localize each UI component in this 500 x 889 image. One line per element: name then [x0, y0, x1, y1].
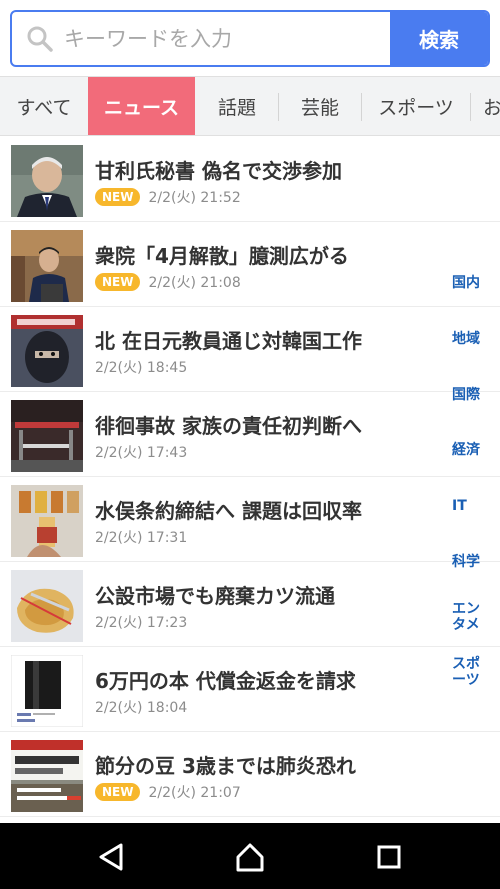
- news-meta: 2/2(火) 17:23: [95, 612, 187, 632]
- news-time: 2/2(火) 18:45: [95, 360, 188, 376]
- news-title: 6万円の本 代償金返金を請求: [95, 669, 356, 693]
- news-item[interactable]: 衆院「4月解散」臆測広がる NEW 2/2(火) 21:08: [0, 222, 500, 307]
- news-thumbnail: [11, 400, 83, 472]
- side-link-sports[interactable]: スポ ーツ: [452, 656, 496, 688]
- news-time: 2/2(火) 21:08: [148, 275, 241, 291]
- side-link-line: タメ: [452, 617, 480, 633]
- android-nav-bar: [0, 823, 500, 889]
- tab-more[interactable]: お: [471, 77, 500, 135]
- category-tabs: すべて ニュース 話題 芸能 スポーツ お: [0, 76, 500, 136]
- search-icon: [27, 26, 53, 52]
- news-title: 水俣条約締結へ 課題は回収率: [95, 499, 362, 523]
- news-item[interactable]: 徘徊事故 家族の責任初判断へ 2/2(火) 17:43: [0, 392, 500, 477]
- search-box: 検索: [10, 10, 490, 67]
- news-thumbnail: [11, 740, 83, 812]
- side-link-international[interactable]: 国際: [452, 387, 496, 403]
- news-title: 衆院「4月解散」臆測広がる: [95, 244, 349, 268]
- back-triangle-icon[interactable]: [91, 837, 131, 877]
- news-item[interactable]: 甘利氏秘書 偽名で交渉参加 NEW 2/2(火) 21:52: [0, 137, 500, 222]
- recents-square-icon[interactable]: [369, 837, 409, 877]
- news-title: 甘利氏秘書 偽名で交渉参加: [95, 159, 342, 183]
- side-link-economy[interactable]: 経済: [452, 442, 496, 458]
- news-meta: NEW 2/2(火) 21:07: [95, 782, 241, 802]
- news-time: 2/2(火) 21:52: [148, 190, 241, 206]
- news-thumbnail: [11, 145, 83, 217]
- news-title: 北 在日元教員通じ対韓国工作: [95, 329, 362, 353]
- news-item[interactable]: 6万円の本 代償金返金を請求 2/2(火) 18:04: [0, 647, 500, 732]
- news-time: 2/2(火) 18:04: [95, 700, 188, 716]
- news-item[interactable]: 公設市場でも廃棄カツ流通 2/2(火) 17:23: [0, 562, 500, 647]
- side-link-domestic[interactable]: 国内: [452, 275, 496, 291]
- news-time: 2/2(火) 17:23: [95, 615, 188, 631]
- news-thumbnail: [11, 655, 83, 727]
- news-item[interactable]: 節分の豆 3歳までは肺炎恐れ NEW 2/2(火) 21:07: [0, 732, 500, 817]
- side-link-it[interactable]: IT: [452, 498, 496, 514]
- news-meta: 2/2(火) 17:31: [95, 527, 187, 547]
- tab-all[interactable]: すべて: [0, 77, 88, 135]
- news-meta: 2/2(火) 18:45: [95, 357, 187, 377]
- new-badge: NEW: [95, 783, 141, 801]
- news-list: 甘利氏秘書 偽名で交渉参加 NEW 2/2(火) 21:52 衆院「4月解散」臆…: [0, 137, 500, 823]
- side-link-entertainment[interactable]: エン タメ: [452, 601, 496, 633]
- news-thumbnail: [11, 485, 83, 557]
- tab-sports[interactable]: スポーツ: [362, 77, 470, 135]
- side-link-science[interactable]: 科学: [452, 554, 496, 570]
- search-bar: 検索: [0, 0, 500, 76]
- side-link-line: ーツ: [452, 672, 480, 688]
- news-title: 節分の豆 3歳までは肺炎恐れ: [95, 754, 356, 778]
- news-meta: NEW 2/2(火) 21:52: [95, 187, 241, 207]
- tab-entertainment[interactable]: 芸能: [279, 77, 361, 135]
- side-link-line: エン: [452, 601, 480, 617]
- tab-topics[interactable]: 話題: [196, 77, 278, 135]
- news-thumbnail: [11, 315, 83, 387]
- news-item[interactable]: 水俣条約締結へ 課題は回収率 2/2(火) 17:31: [0, 477, 500, 562]
- news-time: 2/2(火) 17:31: [95, 530, 188, 546]
- side-link-regional[interactable]: 地域: [452, 331, 496, 347]
- news-item[interactable]: 北 在日元教員通じ対韓国工作 2/2(火) 18:45: [0, 307, 500, 392]
- news-time: 2/2(火) 21:07: [148, 785, 241, 801]
- news-title: 公設市場でも廃棄カツ流通: [95, 584, 335, 608]
- news-thumbnail: [11, 230, 83, 302]
- search-input[interactable]: [64, 12, 389, 65]
- news-meta: 2/2(火) 18:04: [95, 697, 187, 717]
- search-button[interactable]: 検索: [390, 12, 488, 65]
- news-time: 2/2(火) 17:43: [95, 445, 188, 461]
- side-category-index: 国内 地域 国際 経済 IT 科学 エン タメ スポ ーツ: [452, 270, 496, 690]
- home-icon[interactable]: [230, 837, 270, 877]
- new-badge: NEW: [95, 273, 141, 291]
- new-badge: NEW: [95, 188, 141, 206]
- news-thumbnail: [11, 570, 83, 642]
- news-meta: NEW 2/2(火) 21:08: [95, 272, 241, 292]
- news-meta: 2/2(火) 17:43: [95, 442, 187, 462]
- side-link-line: スポ: [452, 656, 480, 672]
- tab-news[interactable]: ニュース: [88, 77, 195, 135]
- news-title: 徘徊事故 家族の責任初判断へ: [95, 414, 362, 438]
